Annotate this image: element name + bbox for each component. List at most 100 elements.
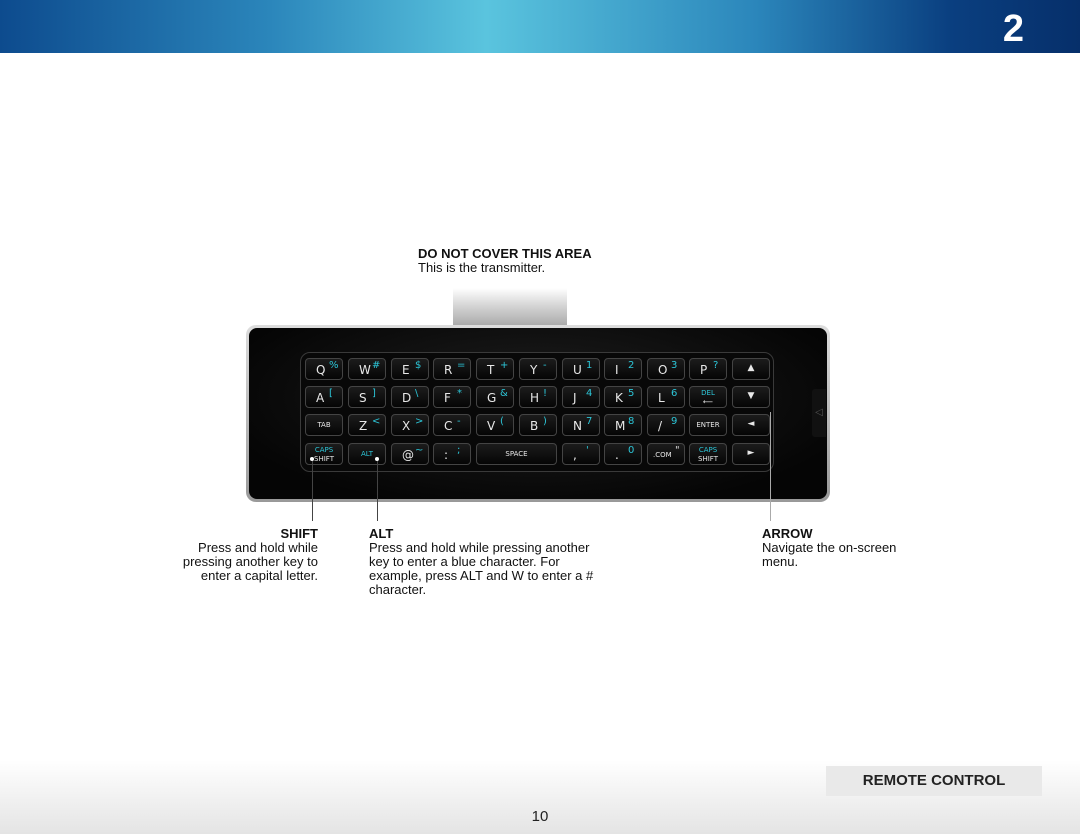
key-sym[interactable]: , ' [562,443,600,465]
key-alt-label: < [372,416,381,427]
key-k[interactable]: K5 [604,386,642,408]
key-x[interactable]: X > [391,414,429,436]
key-t[interactable]: T + [476,358,514,380]
key-alt-label: - [543,360,547,371]
shift-callout-dot [310,457,314,461]
key-g[interactable]: G & [476,386,514,408]
key-r[interactable]: R = [433,358,471,380]
key-label: B [530,419,539,433]
key-alt-label: ! [543,388,548,399]
alt-callout-line [377,459,378,521]
key-alt-label: 6 [671,388,678,399]
arrow-up-key[interactable]: ▲ [732,358,770,380]
key-alt-label: + [500,360,509,371]
key-enter[interactable]: ENTER [689,414,727,436]
key-com[interactable]: .COM " [647,443,685,465]
header-bar: 2 [0,0,1080,53]
key-p[interactable]: P? [689,358,727,380]
arrow-left-icon: ◄ [747,419,755,429]
key-alt-label: - [457,416,461,427]
alt-title: ALT [369,526,394,541]
key-label: Q [316,363,326,377]
key-label: DEL ⟵ [690,389,726,407]
key-caps[interactable]: CAPS SHIFT [305,443,343,465]
key-m[interactable]: M8 [604,414,642,436]
key-b[interactable]: B) [519,414,557,436]
shift-callout: SHIFT Press and hold while pressing anot… [160,527,318,583]
key-sym[interactable]: :; [433,443,471,465]
key-label: F [444,391,451,405]
key-label: . [615,448,619,462]
key-label-bottom: SHIFT [314,455,334,463]
key-n[interactable]: N7 [562,414,600,436]
key-q[interactable]: Q% [305,358,343,380]
key-label: M [615,419,626,433]
key-del[interactable]: DEL ⟵ [689,386,727,408]
transmitter-note: DO NOT COVER THIS AREA This is the trans… [418,247,592,275]
key-w[interactable]: W # [348,358,386,380]
key-label: .COM [653,451,672,459]
key-label: W [359,363,371,377]
key-caps[interactable]: CAPS SHIFT [689,443,727,465]
key-alt-label: > [415,416,424,427]
alt-text: Press and hold while pressing another ke… [369,540,594,597]
key-h[interactable]: H! [519,386,557,408]
arrow-down-key[interactable]: ▼ [732,386,770,408]
key-label: A [316,391,325,405]
key-f[interactable]: F * [433,386,471,408]
key-v[interactable]: V( [476,414,514,436]
arrow-title: ARROW [762,526,813,541]
alt-callout-dot [375,457,379,461]
key-alt-label: 2 [628,360,635,371]
key-label: E [402,363,410,377]
key-label: J [573,391,577,405]
key-alt-label: % [329,360,339,371]
key-u[interactable]: U1 [562,358,600,380]
key-l[interactable]: L6 [647,386,685,408]
key-alt-label: ] [372,388,376,399]
key-alt-label: $ [415,360,422,371]
key-label: C [444,419,453,433]
arrow-callout-line [770,412,771,521]
key-label: D [402,391,412,405]
key-label: P [700,363,708,377]
key-label: TAB [317,421,331,429]
key-tab[interactable]: TAB [305,414,343,436]
key-o[interactable]: O3 [647,358,685,380]
key-y[interactable]: Y- [519,358,557,380]
key-alt-label: ( [500,416,504,427]
key-label: ENTER [696,421,720,429]
key-label: , [573,448,577,462]
key-label: I [615,363,619,377]
shift-title: SHIFT [280,526,318,541]
key-alt-label: [ [329,388,333,399]
key-alt-label: 8 [628,416,635,427]
key-label: Y [530,363,538,377]
key-c[interactable]: C- [433,414,471,436]
key-z[interactable]: Z < [348,414,386,436]
key-d[interactable]: D \ [391,386,429,408]
key-label-bottom: ⟵ [702,398,714,406]
key-label: : [444,448,449,462]
key-sym[interactable]: /9 [647,414,685,436]
key-label: N [573,419,582,433]
key-alt-label: 4 [586,388,593,399]
key-alt-label: = [457,360,466,371]
arrow-left-key[interactable]: ◄ [732,414,770,436]
key-label-top: DEL [701,389,715,397]
key-alt-label: ~ [415,445,424,456]
key-label: Z [359,419,368,433]
arrow-right-key[interactable]: ► [732,443,770,465]
key-label: G [487,391,497,405]
transmitter-subtitle: This is the transmitter. [418,260,546,275]
key-sym[interactable]: @ ~ [391,443,429,465]
key-label: O [658,363,668,377]
key-alt[interactable]: ALT [348,443,386,465]
key-sym[interactable]: .0 [604,443,642,465]
key-space[interactable]: SPACE [476,443,557,465]
key-i[interactable]: I2 [604,358,642,380]
key-j[interactable]: J4 [562,386,600,408]
key-s[interactable]: S] [348,386,386,408]
key-a[interactable]: A[ [305,386,343,408]
key-e[interactable]: E $ [391,358,429,380]
